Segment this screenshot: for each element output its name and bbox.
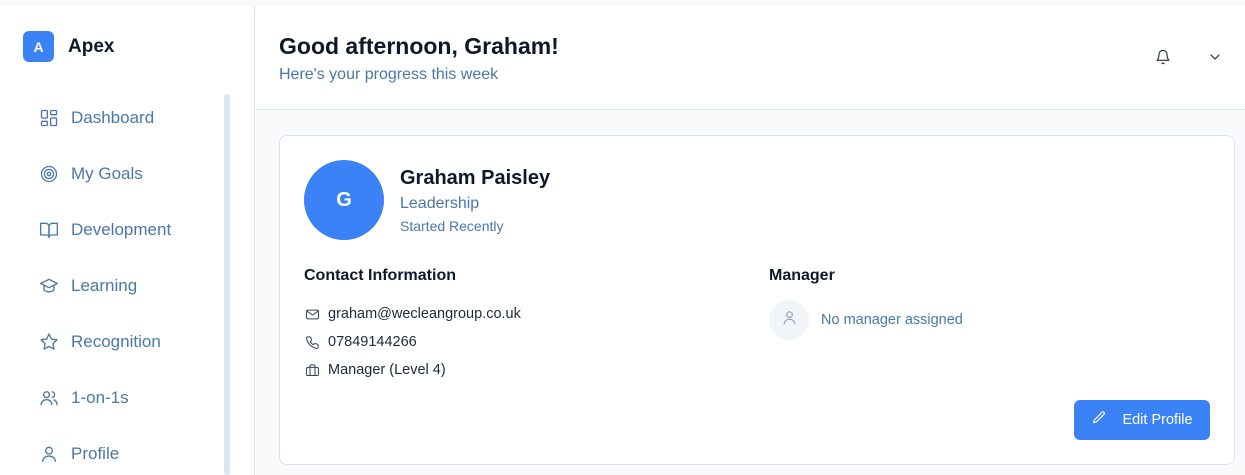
manager-row: No manager assigned	[769, 300, 963, 340]
pencil-icon	[1091, 410, 1107, 431]
sidebar-item-label: Dashboard	[71, 108, 155, 127]
manager-heading: Manager	[769, 267, 835, 284]
sidebar-scrollbar[interactable]	[224, 94, 230, 475]
manager-status: No manager assigned	[821, 312, 963, 328]
mail-icon	[304, 306, 320, 322]
brand[interactable]: A Apex	[23, 31, 114, 62]
sidebar: A Apex Dashboard My Goals Development Le…	[0, 6, 255, 475]
brand-logo-badge: A	[23, 31, 54, 62]
book-open-icon	[38, 219, 60, 241]
sidebar-item-development[interactable]: Development	[38, 202, 171, 258]
profile-status: Started Recently	[400, 218, 504, 234]
target-icon	[38, 163, 60, 185]
profile-card: G Graham Paisley Leadership Started Rece…	[279, 135, 1235, 465]
sidebar-item-label: Development	[71, 220, 172, 239]
edit-profile-label: Edit Profile	[1122, 412, 1193, 428]
notifications-button[interactable]	[1151, 47, 1175, 71]
sidebar-item-label: 1-on-1s	[71, 388, 129, 407]
profile-role: Leadership	[400, 195, 480, 212]
user-menu-button[interactable]	[1203, 47, 1227, 71]
contact-email-row: graham@wecleangroup.co.uk	[304, 300, 521, 328]
dashboard-grid-icon	[38, 107, 60, 129]
contact-phone-row: 07849144266	[304, 328, 521, 356]
graduation-cap-icon	[38, 275, 60, 297]
contact-position-row: Manager (Level 4)	[304, 356, 521, 384]
user-icon	[781, 309, 798, 331]
brand-name: Apex	[68, 35, 115, 57]
users-icon	[38, 387, 60, 409]
sidebar-item-label: Learning	[71, 276, 138, 295]
sidebar-nav: Dashboard My Goals Development Learning …	[38, 90, 171, 475]
sidebar-item-dashboard[interactable]: Dashboard	[38, 90, 171, 146]
briefcase-icon	[304, 362, 320, 378]
sidebar-item-my-goals[interactable]: My Goals	[38, 146, 171, 202]
sidebar-item-1-on-1s[interactable]: 1-on-1s	[38, 370, 171, 426]
page-subtitle: Here's your progress this week	[279, 66, 499, 83]
star-icon	[38, 331, 60, 353]
profile-name: Graham Paisley	[400, 167, 551, 189]
contact-email[interactable]: graham@wecleangroup.co.uk	[328, 306, 521, 322]
sidebar-item-label: My Goals	[71, 164, 143, 183]
phone-icon	[304, 334, 320, 350]
contact-position: Manager (Level 4)	[328, 362, 446, 378]
sidebar-item-learning[interactable]: Learning	[38, 258, 171, 314]
avatar: G	[304, 160, 384, 240]
sidebar-item-recognition[interactable]: Recognition	[38, 314, 171, 370]
bell-icon	[1155, 49, 1171, 70]
contact-phone[interactable]: 07849144266	[328, 334, 417, 350]
sidebar-item-label: Profile	[71, 444, 120, 463]
edit-profile-button[interactable]: Edit Profile	[1074, 400, 1210, 440]
chevron-down-icon	[1207, 49, 1223, 70]
sidebar-item-profile[interactable]: Profile	[38, 426, 171, 475]
contact-information-heading: Contact Information	[304, 267, 456, 284]
sidebar-item-label: Recognition	[71, 332, 161, 351]
user-icon	[38, 443, 60, 465]
page-title: Good afternoon, Graham!	[279, 33, 559, 59]
page-header: Good afternoon, Graham! Here's your prog…	[256, 6, 1245, 110]
contact-list: graham@wecleangroup.co.uk 07849144266 Ma…	[304, 300, 521, 384]
manager-avatar	[769, 300, 809, 340]
